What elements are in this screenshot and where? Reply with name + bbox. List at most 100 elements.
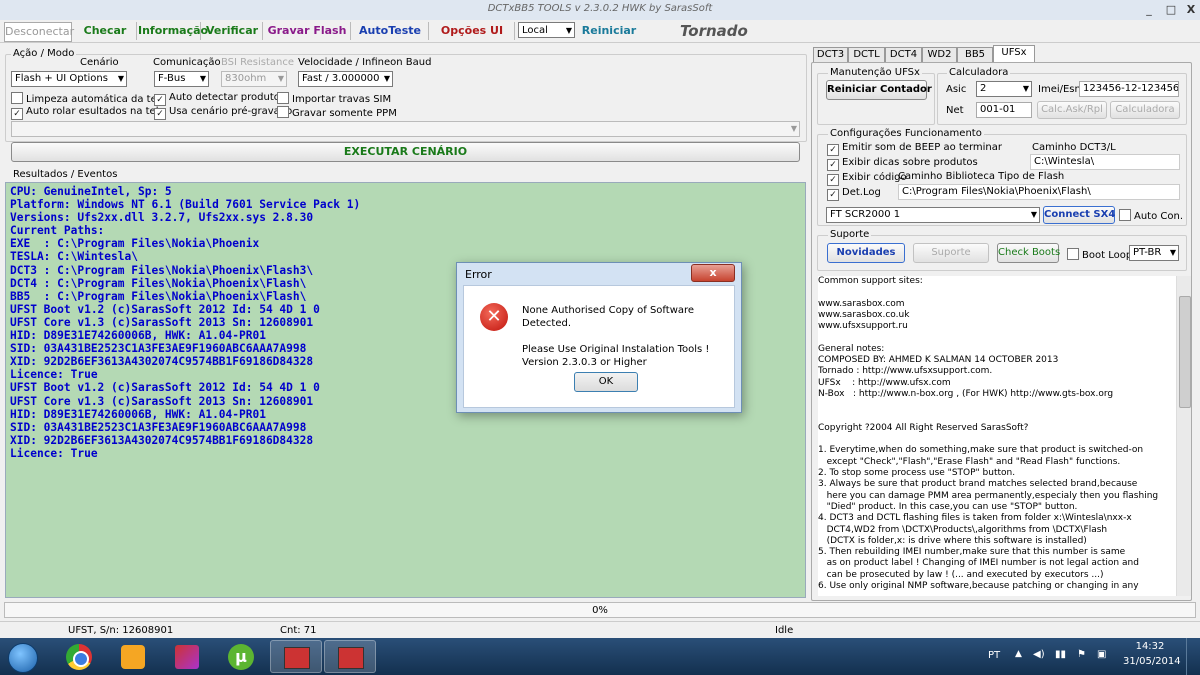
close-button[interactable]: X xyxy=(1180,2,1200,17)
check-boots-button[interactable]: Check Boots xyxy=(997,243,1060,263)
chevron-down-icon: ▼ xyxy=(1030,210,1037,219)
gravar-ppm-checkbox[interactable]: Gravar somente PPM xyxy=(277,106,397,119)
bsi-select[interactable]: 830ohm ▼ xyxy=(221,71,287,87)
caminho-biblio-label: Caminho Biblioteca Tipo de Flash xyxy=(898,171,1065,182)
opcoes-ui-button[interactable]: Opções UI xyxy=(430,22,515,40)
verificar-button[interactable]: Verificar xyxy=(202,22,263,40)
taskbar-dctxbb5-2[interactable] xyxy=(324,640,376,673)
action-center-icon[interactable]: ⚑ xyxy=(1077,649,1086,660)
cenario-select[interactable]: Flash + UI Options ▼ xyxy=(11,71,127,87)
tray-language[interactable]: PT xyxy=(988,650,1000,661)
dialog-title: Error xyxy=(465,268,492,281)
network-icon[interactable]: ▮▮ xyxy=(1055,649,1066,660)
log-line: Licence: True xyxy=(10,446,98,460)
calculadora-button[interactable]: Calculadora xyxy=(1110,101,1180,119)
desconectar-button[interactable]: Desconectar xyxy=(4,22,74,42)
help-line: 2. To stop some process use "STOP" butto… xyxy=(818,468,1016,479)
language-select[interactable]: PT-BR ▼ xyxy=(1129,245,1179,261)
chevron-down-icon: ▼ xyxy=(117,74,124,83)
reiniciar-button[interactable]: Reiniciar xyxy=(580,22,638,40)
dialog-close-button[interactable]: x xyxy=(691,264,735,282)
ft-select[interactable]: FT SCR2000 1 ▼ xyxy=(826,207,1040,223)
volume-icon[interactable]: ◀) xyxy=(1033,649,1045,660)
tab-wd2[interactable]: WD2 xyxy=(922,47,957,63)
suporte-button[interactable]: Suporte xyxy=(913,243,989,263)
window-titlebar[interactable]: DCTxBB5 TOOLS v 2.3.0.2 HWK by SarasSoft… xyxy=(0,0,1200,21)
help-line xyxy=(818,332,1180,343)
chevron-down-icon: ▼ xyxy=(1169,248,1176,257)
help-line: here you can damage PMM area permanently… xyxy=(818,490,1159,501)
detlog-checkbox[interactable]: ✓ Det.Log xyxy=(827,187,881,201)
ft-value: FT SCR2000 1 xyxy=(830,209,901,220)
limpeza-checkbox[interactable]: Limpeza automática da tela xyxy=(11,92,166,105)
calc-ask-button[interactable]: Calc.Ask/Rpl xyxy=(1037,101,1107,119)
scenario-file-select[interactable]: ▼ xyxy=(11,121,800,137)
tab-dct3[interactable]: DCT3 xyxy=(813,47,848,63)
minimize-button[interactable]: _ xyxy=(1138,2,1160,17)
display-icon[interactable]: ▣ xyxy=(1097,649,1106,660)
main-toolbar: Desconectar Checar Informação Verificar … xyxy=(0,20,1200,43)
dialog-message: None Authorised Copy of Software Detecte… xyxy=(522,304,734,369)
checar-button[interactable]: Checar xyxy=(74,22,137,40)
tray-arrow-icon[interactable]: ▲ xyxy=(1015,649,1022,659)
autoteste-button[interactable]: AutoTeste xyxy=(352,22,429,40)
help-line: except "Check","Flash","Erase Flash" and… xyxy=(818,456,1121,467)
tab-bb5[interactable]: BB5 xyxy=(957,47,993,63)
auto-con-checkbox[interactable]: Auto Con. xyxy=(1119,209,1183,222)
cenario-label: Cenário xyxy=(80,57,119,68)
log-line: SID: 03A431BE2523C1A3FE3AE9F1960ABC6AAA7… xyxy=(10,420,307,434)
caminho-dct3-field[interactable]: C:\Wintesla\ xyxy=(1030,154,1180,170)
local-select-value: Local xyxy=(522,25,548,36)
novidades-button[interactable]: Novidades xyxy=(827,243,905,263)
help-line: can be prosecuted by law ! (... and exec… xyxy=(818,569,1104,580)
tab-dctl[interactable]: DCTL xyxy=(848,47,885,63)
help-line: "Died" product. In this case,you can use… xyxy=(818,501,1078,512)
help-line: as on product label ! Changing of IMEI n… xyxy=(818,558,1139,569)
help-scrollbar[interactable] xyxy=(1176,276,1191,596)
informacao-button[interactable]: Informação xyxy=(138,22,208,40)
dialog-body: ✕ None Authorised Copy of Software Detec… xyxy=(463,285,735,408)
executar-cenario-button[interactable]: EXECUTAR CENÁRIO xyxy=(11,142,800,162)
gravar-flash-button[interactable]: Gravar Flash xyxy=(264,22,351,40)
dicas-checkbox[interactable]: ✓ Exibir dicas sobre produtos xyxy=(827,157,978,171)
local-select[interactable]: Local ▼ xyxy=(518,22,575,38)
tab-dct4[interactable]: DCT4 xyxy=(885,47,922,63)
maximize-button[interactable]: □ xyxy=(1160,2,1182,17)
reiniciar-contador-button[interactable]: Reiniciar Contador xyxy=(826,80,932,100)
help-line: www.sarasbox.co.uk xyxy=(818,309,910,320)
clock-time[interactable]: 14:32 xyxy=(1128,641,1172,652)
net-field[interactable]: 001-01 xyxy=(976,102,1032,118)
scrollbar-thumb[interactable] xyxy=(1179,296,1191,408)
caminho-biblio-field[interactable]: C:\Program Files\Nokia\Phoenix\Flash\ xyxy=(898,184,1180,200)
taskbar-chrome[interactable] xyxy=(54,640,106,673)
dicas-label: Exibir dicas sobre produtos xyxy=(842,157,978,168)
ok-button[interactable]: OK xyxy=(574,372,638,392)
start-button[interactable] xyxy=(2,640,46,673)
help-line: DCT4,WD2 from \DCTX\Products\,algorithms… xyxy=(818,524,1108,535)
boot-loop-checkbox[interactable]: Boot Loop xyxy=(1067,248,1132,261)
taskbar-utorrent[interactable]: µ xyxy=(216,640,268,673)
show-desktop-button[interactable] xyxy=(1186,638,1200,675)
help-line: Common support sites: xyxy=(818,276,923,286)
imei-field[interactable]: 123456-12-123456-1 xyxy=(1079,81,1179,97)
autodetectar-checkbox[interactable]: ✓ Auto detectar produto xyxy=(154,92,280,106)
comunicacao-label: Comunicação xyxy=(153,57,221,68)
clock-date[interactable]: 31/05/2014 xyxy=(1123,656,1181,667)
log-line: Current Paths: xyxy=(10,224,105,238)
support-notes-text[interactable]: Common support sites: www.sarasbox.com ww… xyxy=(818,276,1180,596)
codigo-checkbox[interactable]: ✓ Exibir código xyxy=(827,172,907,186)
connect-sx4-button[interactable]: Connect SX4 xyxy=(1043,206,1115,224)
bsi-label: BSI Resistance xyxy=(221,57,295,68)
asic-select[interactable]: 2 ▼ xyxy=(976,81,1032,97)
taskbar-app[interactable] xyxy=(162,640,214,673)
taskbar-dctxbb5-1[interactable] xyxy=(270,640,322,673)
usacenario-checkbox[interactable]: ✓ Usa cenário pré-gravado xyxy=(154,106,292,120)
importar-checkbox[interactable]: Importar travas SIM xyxy=(277,92,391,105)
tab-ufsx[interactable]: UFSx xyxy=(993,45,1035,63)
velocidade-select[interactable]: Fast / 3.000000 ▼ xyxy=(298,71,393,87)
autorolar-checkbox[interactable]: ✓ Auto rolar esultados na tela xyxy=(11,106,165,120)
taskbar-media-player[interactable] xyxy=(108,640,160,673)
beep-checkbox[interactable]: ✓ Emitir som de BEEP ao terminar xyxy=(827,142,1002,156)
autorolar-label: Auto rolar esultados na tela xyxy=(26,106,165,117)
comunicacao-select[interactable]: F-Bus ▼ xyxy=(154,71,209,87)
